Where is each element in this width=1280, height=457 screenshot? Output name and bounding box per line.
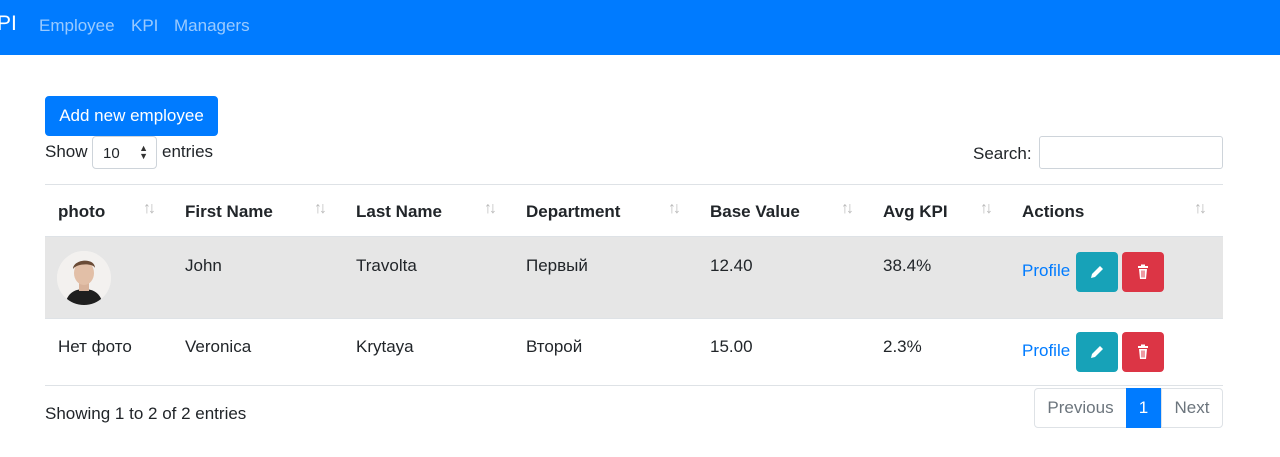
- cell-avg-kpi: 2.3%: [883, 337, 922, 356]
- select-arrows-icon: ▲ ▼: [139, 143, 148, 161]
- sort-arrows-icon[interactable]: ↑↓: [484, 200, 497, 218]
- profile-link[interactable]: Profile: [1022, 341, 1070, 361]
- cell-base-value: 12.40: [710, 256, 753, 275]
- header-first-name[interactable]: First Name: [185, 202, 273, 222]
- header-actions[interactable]: Actions: [1022, 202, 1084, 222]
- delete-button[interactable]: [1122, 252, 1164, 292]
- trash-icon: [1138, 344, 1148, 359]
- header-department[interactable]: Department: [526, 202, 620, 222]
- header-photo[interactable]: photo: [58, 202, 105, 222]
- cell-last-name: Krytaya: [356, 337, 414, 356]
- table-header: photo ↑↓ First Name ↑↓ Last Name ↑↓ Depa…: [45, 185, 1223, 237]
- nav-managers[interactable]: Managers: [174, 16, 250, 36]
- sort-arrows-icon[interactable]: ↑↓: [314, 200, 327, 218]
- navbar: PI Employee KPI Managers: [0, 0, 1280, 55]
- previous-page-button[interactable]: Previous: [1034, 388, 1127, 428]
- page-1-button[interactable]: 1: [1126, 388, 1161, 428]
- sort-arrows-icon[interactable]: ↑↓: [841, 200, 854, 218]
- page-size-value: 10: [103, 145, 120, 162]
- search-input[interactable]: [1039, 136, 1223, 169]
- nav-employee[interactable]: Employee: [39, 16, 115, 36]
- delete-button[interactable]: [1122, 332, 1164, 372]
- sort-arrows-icon[interactable]: ↑↓: [668, 200, 681, 218]
- next-page-button[interactable]: Next: [1161, 388, 1223, 428]
- nav-kpi[interactable]: KPI: [131, 16, 158, 36]
- edit-button[interactable]: [1076, 332, 1118, 372]
- entries-label: entries: [162, 142, 214, 161]
- avatar: [57, 251, 111, 305]
- cell-base-value: 15.00: [710, 337, 753, 356]
- employee-table: photo ↑↓ First Name ↑↓ Last Name ↑↓ Depa…: [45, 184, 1223, 386]
- brand-logo[interactable]: PI: [0, 12, 17, 36]
- sort-arrows-icon[interactable]: ↑↓: [1194, 200, 1207, 218]
- profile-link[interactable]: Profile: [1022, 261, 1070, 281]
- cell-last-name: Travolta: [356, 256, 417, 275]
- header-last-name[interactable]: Last Name: [356, 202, 442, 222]
- edit-button[interactable]: [1076, 252, 1118, 292]
- show-label: Show: [45, 142, 88, 161]
- table-row: Нет фото Veronica Krytaya Второй 15.00 2…: [45, 319, 1223, 386]
- cell-first-name: Veronica: [185, 337, 252, 356]
- sort-arrows-icon[interactable]: ↑↓: [980, 200, 993, 218]
- cell-department: Второй: [526, 337, 583, 356]
- header-avg-kpi[interactable]: Avg KPI: [883, 202, 948, 222]
- search-label: Search:: [973, 144, 1032, 163]
- sort-arrows-icon[interactable]: ↑↓: [143, 200, 156, 218]
- cell-avg-kpi: 38.4%: [883, 256, 932, 275]
- trash-icon: [1138, 264, 1148, 279]
- header-base-value[interactable]: Base Value: [710, 202, 800, 222]
- table-row: John Travolta Первый 12.40 38.4% Profile: [45, 237, 1223, 319]
- cell-first-name: John: [185, 256, 222, 275]
- page-size-select[interactable]: 10 ▲ ▼: [92, 136, 157, 169]
- pencil-icon: [1091, 266, 1103, 278]
- table-info: Showing 1 to 2 of 2 entries: [45, 404, 247, 423]
- add-employee-button[interactable]: Add new employee: [45, 96, 218, 136]
- cell-photo: Нет фото: [58, 337, 132, 356]
- pencil-icon: [1091, 346, 1103, 358]
- cell-department: Первый: [526, 256, 588, 275]
